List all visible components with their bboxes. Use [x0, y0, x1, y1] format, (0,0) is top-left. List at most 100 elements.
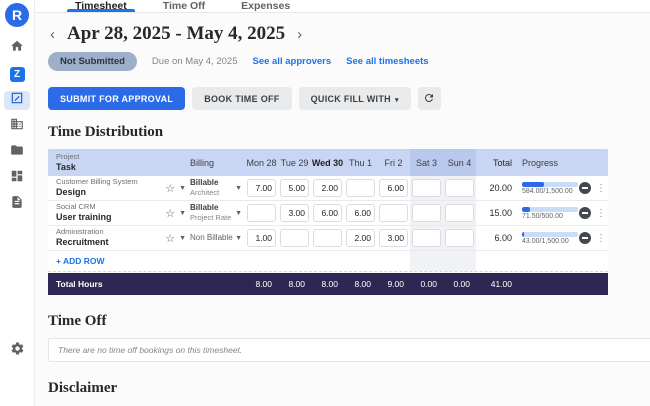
tab-expenses[interactable]: Expenses [223, 0, 308, 12]
favorite-star-icon[interactable]: ☆ [165, 232, 175, 245]
z-app-icon: Z [10, 67, 25, 82]
hours-input[interactable] [346, 229, 375, 247]
totals-row: Total Hours 8.00 8.00 8.00 8.00 9.00 0.0… [48, 273, 608, 295]
progress-label: 43.00/1,500.00 [522, 238, 578, 245]
hours-input[interactable] [445, 204, 474, 222]
tab-time-off[interactable]: Time Off [145, 0, 223, 12]
sidebar-item-folder[interactable] [4, 143, 30, 162]
chevron-down-icon[interactable]: ▼ [179, 235, 186, 242]
day-total: 0.00 [410, 279, 443, 289]
column-day-weekend: Sat 3 [410, 149, 443, 176]
hours-input[interactable] [247, 204, 276, 222]
progress-bar: 43.00/1,500.00 [522, 232, 578, 245]
next-week-button[interactable]: › [295, 26, 304, 43]
column-project-task: Project Task [48, 149, 190, 176]
hours-input[interactable] [379, 229, 408, 247]
sidebar-item-settings[interactable] [0, 341, 35, 361]
chevron-down-icon: ▼ [235, 210, 242, 217]
hours-input[interactable] [412, 204, 441, 222]
timesheet-edit-icon [10, 91, 24, 110]
hours-input[interactable] [346, 204, 375, 222]
task-name: Recruitment [56, 237, 109, 249]
table-row: Administration Recruitment ☆ ▼ Non Billa… [48, 226, 608, 251]
hours-input[interactable] [412, 179, 441, 197]
chevron-down-icon: ▾ [395, 97, 399, 104]
billing-select[interactable]: Non Billable ▼ [190, 233, 245, 243]
chevron-down-icon: ▼ [235, 235, 242, 242]
hours-input[interactable] [247, 229, 276, 247]
chevron-down-icon[interactable]: ▼ [179, 185, 186, 192]
status-row: Not Submitted Due on May 4, 2025 See all… [48, 52, 650, 71]
table-header-row: Project Task Billing Mon 28 Tue 29 Wed 3… [48, 149, 608, 176]
disclaimer-title: Disclaimer [48, 380, 650, 397]
column-day: Tue 29 [278, 149, 311, 176]
chevron-down-icon[interactable]: ▼ [179, 210, 186, 217]
day-total: 8.00 [344, 279, 377, 289]
row-menu-icon[interactable]: ⋮ [596, 208, 606, 219]
hours-input[interactable] [412, 229, 441, 247]
remove-row-icon[interactable] [579, 182, 591, 194]
tab-timesheet[interactable]: Timesheet [57, 0, 145, 12]
sidebar-item-dashboard[interactable] [4, 169, 30, 188]
app-window: R Z [0, 0, 650, 406]
hours-input[interactable] [313, 179, 342, 197]
column-billing: Billing [190, 149, 245, 176]
hours-input[interactable] [379, 179, 408, 197]
task-name: User training [56, 212, 112, 224]
project-name: Administration [56, 227, 109, 237]
quick-fill-with-button[interactable]: QUICK FILL WITH▾ [299, 87, 411, 110]
company-icon [10, 117, 24, 136]
sidebar-item-timesheet[interactable] [4, 91, 30, 110]
day-total: 0.00 [443, 279, 476, 289]
remove-row-icon[interactable] [579, 232, 591, 244]
app-logo[interactable]: R [5, 3, 29, 27]
task-name: Design [56, 187, 138, 199]
hours-input[interactable] [445, 179, 474, 197]
day-total: 8.00 [245, 279, 278, 289]
favorite-star-icon[interactable]: ☆ [165, 207, 175, 220]
folder-icon [10, 143, 24, 162]
table-row: Customer Billing System Design ☆ ▼ Billa… [48, 176, 608, 201]
remove-row-icon[interactable] [579, 207, 591, 219]
column-progress: Progress [516, 149, 608, 176]
add-row-button[interactable]: + ADD ROW [48, 256, 344, 266]
gear-icon [10, 341, 25, 361]
progress-bar: 71.50/500.00 [522, 207, 578, 220]
see-all-approvers-link[interactable]: See all approvers [252, 56, 331, 67]
hours-input[interactable] [313, 204, 342, 222]
prev-week-button[interactable]: ‹ [48, 26, 57, 43]
favorite-star-icon[interactable]: ☆ [165, 182, 175, 195]
hours-input[interactable] [247, 179, 276, 197]
due-date-text: Due on May 4, 2025 [152, 56, 238, 67]
top-tabbar: Timesheet Time Off Expenses [35, 0, 650, 13]
sidebar-item-home[interactable] [4, 39, 30, 58]
day-total: 8.00 [311, 279, 344, 289]
billing-select[interactable]: Billable Architect ▼ [190, 178, 245, 197]
see-all-timesheets-link[interactable]: See all timesheets [346, 56, 428, 67]
book-time-off-button[interactable]: BOOK TIME OFF [192, 87, 291, 110]
sidebar-item-document[interactable] [4, 195, 30, 214]
hours-input[interactable] [313, 229, 342, 247]
hours-input[interactable] [346, 179, 375, 197]
column-total: Total [476, 149, 516, 176]
hours-input[interactable] [445, 229, 474, 247]
grand-total: 41.00 [476, 279, 516, 289]
column-day: Thu 1 [344, 149, 377, 176]
table-row: Social CRM User training ☆ ▼ Billable Pr… [48, 201, 608, 226]
sidebar-item-company[interactable] [4, 117, 30, 136]
hours-input[interactable] [280, 204, 309, 222]
submit-for-approval-button[interactable]: SUBMIT FOR APPROVAL [48, 87, 185, 110]
hours-input[interactable] [280, 229, 309, 247]
hours-input[interactable] [280, 179, 309, 197]
refresh-button[interactable] [418, 87, 441, 110]
hours-input[interactable] [379, 204, 408, 222]
date-navigation: ‹ Apr 28, 2025 - May 4, 2025 › [48, 23, 650, 45]
row-menu-icon[interactable]: ⋮ [596, 233, 606, 244]
billing-select[interactable]: Billable Project Rate ▼ [190, 203, 245, 222]
dashboard-icon [10, 169, 24, 188]
row-menu-icon[interactable]: ⋮ [596, 183, 606, 194]
column-day: Mon 28 [245, 149, 278, 176]
sidebar-item-z-app[interactable]: Z [4, 65, 30, 84]
column-day: Fri 2 [377, 149, 410, 176]
progress-label: 584.00/1,500.00 [522, 188, 578, 195]
